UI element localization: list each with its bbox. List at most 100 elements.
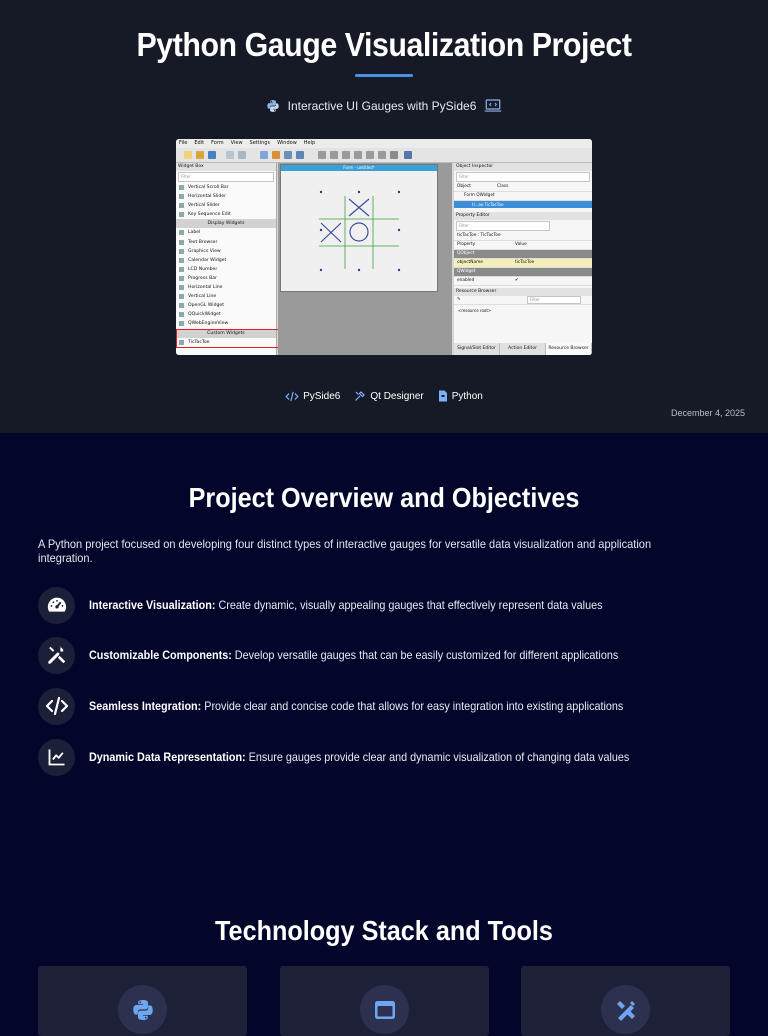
tech-tags: PySide6 Qt Designer Python [0,390,768,402]
tech-tag-qt-designer: Qt Designer [354,390,424,402]
widget-box-item[interactable]: Vertical Line [176,292,276,301]
overview-intro: A Python project focused on developing f… [38,537,652,565]
object-inspector-header: Object Class [454,183,592,192]
objective-description: Ensure gauges provide clear and dynamic … [245,750,630,764]
menu-help: Help [303,140,316,146]
property-group[interactable]: QObject [454,250,592,259]
tictactoe-widget [319,190,401,272]
col-class: Class [497,184,509,189]
resource-toolbar: ✎ Filter [454,296,592,305]
property-editor-title: Property Editor [454,212,592,220]
objective-title: Dynamic Data Representation: [89,750,246,764]
edit-signals-icon [272,151,280,159]
widget-box-item[interactable]: Graphics View [176,247,276,256]
widget-category[interactable]: Display Widgets [176,219,276,229]
highlight-box [176,329,280,348]
overview-title: Project Overview and Objectives [188,482,580,513]
subtitle: Interactive UI Gauges with PySide6 [0,99,768,113]
widget-box-item[interactable]: Text Browser [176,238,276,247]
python-file-icon [438,390,447,402]
stack-card [280,966,489,1036]
objective-text: Customizable Components: Develop versati… [89,648,618,662]
widget-box-item[interactable]: Vertical Slider [176,201,276,210]
tech-tag-label: Qt Designer [370,390,424,402]
split-vertical-icon [354,151,362,159]
qt-designer-screenshot: File Edit Form View Settings Window Help [176,139,592,355]
code-icon [285,391,299,401]
menu-edit: Edit [194,140,205,146]
objective-title: Customizable Components: [89,648,232,662]
menu-window: Window [277,140,297,146]
chart-line-icon [38,738,75,776]
page-title: Python Gauge Visualization Project [136,26,632,63]
tab-resource-browser[interactable]: Resource Browser [546,343,592,355]
subtitle-text: Interactive UI Gauges with PySide6 [287,99,477,113]
col-property: Property [457,242,476,247]
stack-title: Technology Stack and Tools [215,915,553,946]
widget-box-filter[interactable]: Filter [178,172,274,182]
layout-horizontal-icon [318,151,326,159]
save-icon [208,151,216,159]
objective-title: Seamless Integration: [89,699,202,713]
property-editor-filter[interactable]: Filter [456,221,550,231]
tech-tag-pyside6: PySide6 [285,390,340,402]
menu-form: Form [211,140,224,146]
widget-box-item[interactable]: Key Sequence Edit [176,210,276,219]
widget-list: Vertical Scroll Bar Horizontal Slider Vert… [176,183,276,347]
widget-box-item[interactable]: OpenGL Widget [176,301,276,310]
pencil-icon[interactable]: ✎ [457,296,527,304]
tab-action-editor[interactable]: Action Editor [500,343,546,355]
resource-browser-title: Resource Browser [454,288,592,296]
property-value[interactable]: ticTacToe [515,259,534,267]
object-row-selected[interactable]: ti...oe TicTacToe [454,201,592,208]
publish-date: December 4, 2025 [670,408,745,418]
resource-filter[interactable]: Filter [527,296,581,304]
col-value: Value [515,242,527,247]
designer-menubar: File Edit Form View Settings Window Help [176,139,592,148]
object-inspector-filter[interactable]: Filter [456,172,590,182]
edit-widgets-icon [260,151,268,159]
widget-box-item[interactable]: Horizontal Line [176,283,276,292]
widget-box-item[interactable]: LCD Number [176,265,276,274]
designer-form: Form - untitled* [280,164,438,292]
property-value[interactable]: ✔ [515,277,519,285]
menu-settings: Settings [249,140,271,146]
tech-tag-label: Python [451,390,483,402]
python-icon [266,99,280,113]
dock-tabs: Signal/Slot Editor Action Editor Resourc… [454,343,592,355]
property-row[interactable]: objectName ticTacToe [454,259,592,268]
adjust-size-icon [404,151,412,159]
code-icon [38,687,75,725]
tab-signal-slot-editor[interactable]: Signal/Slot Editor [454,343,500,355]
objective-item: Interactive Visualization: Create dynami… [38,586,660,624]
widget-box-item[interactable]: Vertical Scroll Bar [176,183,276,192]
property-row[interactable]: enabled ✔ [454,277,592,286]
widget-box-item[interactable]: Calendar Widget [176,256,276,265]
gauge-icon [38,586,75,624]
objective-description: Provide clear and concise code that allo… [201,699,624,713]
widget-box-item[interactable]: QWebEngineView [176,319,276,328]
menu-view: View [230,140,243,146]
widget-box-item[interactable]: QQuickWidget [176,310,276,319]
menu-file: File [179,140,188,146]
object-row-form[interactable]: Form QWidget [454,192,592,201]
widget-box-item[interactable]: Progress Bar [176,274,276,283]
widget-box-item[interactable]: Label [176,228,276,237]
objective-description: Create dynamic, visually appealing gauge… [215,598,603,612]
open-folder-icon [196,151,204,159]
property-group[interactable]: QWidget [454,268,592,277]
widget-box-panel: Widget Box Filter Vertical Scroll Bar Hor… [176,163,277,355]
edit-taborder-icon [296,151,304,159]
tools-icon [355,391,366,401]
resource-root: <resource root> [458,308,492,313]
window-icon [360,985,409,1034]
objective-text: Seamless Integration: Provide clear and … [89,699,623,713]
property-name: objectName [457,260,483,265]
tech-tag-label: PySide6 [303,390,341,402]
layout-vertical-icon [330,151,338,159]
property-name: QWidget [457,269,476,274]
title-underline [355,74,413,77]
copy-icon [226,151,234,159]
widget-box-item[interactable]: Horizontal Slider [176,192,276,201]
col-object: Object [457,184,471,189]
